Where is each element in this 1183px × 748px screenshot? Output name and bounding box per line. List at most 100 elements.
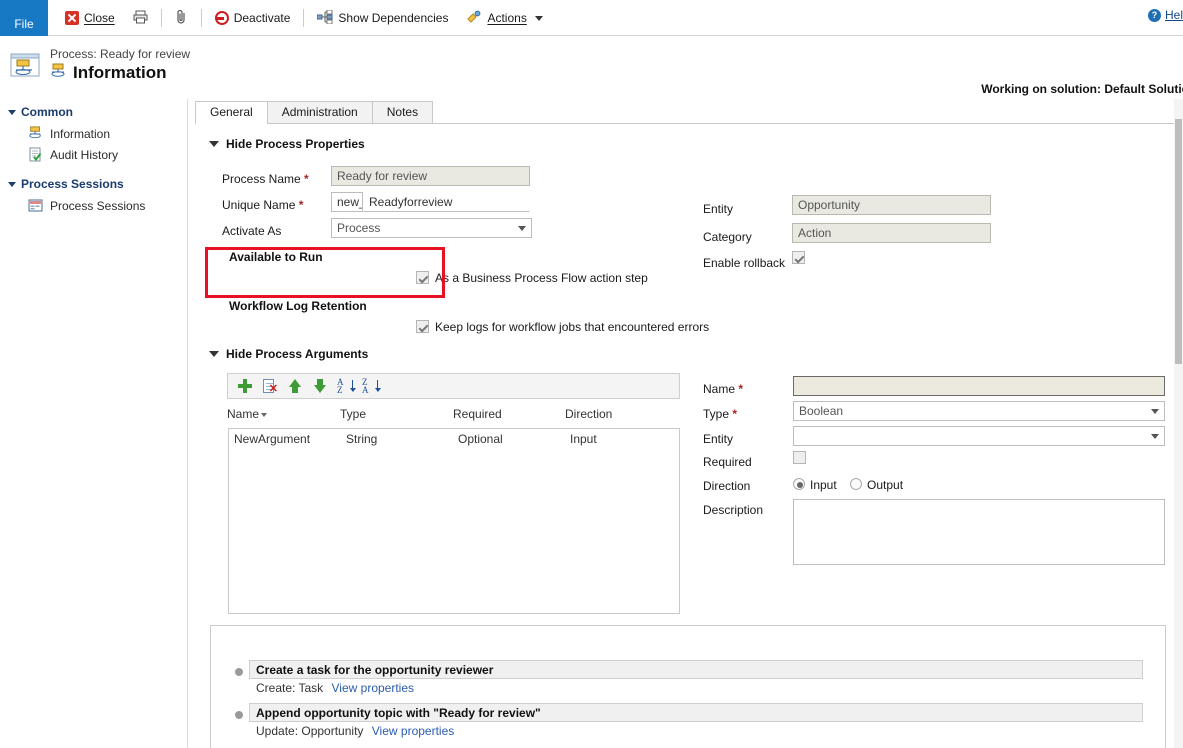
add-argument-button[interactable]: [237, 378, 253, 394]
available-to-run-label: Available to Run: [229, 250, 323, 264]
ribbon-separator: [303, 9, 304, 27]
enable-rollback-checkbox[interactable]: [792, 251, 805, 264]
print-button[interactable]: [124, 4, 157, 32]
direction-input-label: Input: [810, 478, 837, 492]
help-icon: ?: [1148, 9, 1161, 22]
nav-group-common-label: Common: [21, 105, 73, 119]
attach-button[interactable]: [166, 4, 197, 32]
delete-argument-button[interactable]: ✕: [262, 378, 278, 394]
column-header-direction[interactable]: Direction: [565, 407, 612, 421]
steps-panel-spacer: [211, 626, 1165, 655]
actions-menu-button[interactable]: Actions: [457, 4, 551, 32]
unique-name-prefix-field[interactable]: new_: [331, 192, 363, 212]
tab-general[interactable]: General: [195, 101, 268, 124]
cell-type: String: [346, 432, 377, 446]
nav-group-common[interactable]: Common: [0, 99, 187, 123]
tab-administration[interactable]: Administration: [267, 101, 373, 123]
view-properties-link[interactable]: View properties: [372, 724, 455, 738]
argument-name-input[interactable]: [793, 376, 1165, 396]
help-link[interactable]: ? Hel: [1148, 8, 1183, 22]
step-action: Create:: [256, 681, 295, 695]
activate-as-label: Activate As: [222, 224, 281, 238]
show-dependencies-button[interactable]: Show Dependencies: [308, 4, 457, 32]
direction-input-radio[interactable]: [793, 478, 805, 490]
sort-ascending-button[interactable]: AZ: [337, 378, 353, 394]
page-title: Information: [73, 63, 167, 83]
step-meta: Create: Task View properties: [256, 681, 414, 695]
cell-required: Optional: [458, 432, 503, 446]
category-field[interactable]: Action: [792, 223, 991, 243]
form-tabs: General Administration Notes: [195, 102, 1183, 124]
attach-icon: [175, 9, 188, 27]
sort-za-icon: ZA: [362, 378, 369, 394]
argument-required-checkbox[interactable]: [793, 451, 806, 464]
sidebar-item-information[interactable]: Information: [0, 123, 187, 144]
keep-logs-checkbox[interactable]: [416, 320, 429, 333]
step-target: Opportunity: [301, 724, 363, 738]
sidebar-item-information-label: Information: [50, 127, 110, 141]
argument-entity-dropdown[interactable]: [793, 426, 1165, 446]
bpf-action-step-checkbox[interactable]: [416, 271, 429, 284]
sidebar-item-audit-history[interactable]: Audit History: [0, 144, 187, 165]
step-title[interactable]: Append opportunity topic with "Ready for…: [249, 703, 1143, 722]
audit-history-icon: [28, 147, 43, 162]
unique-name-input[interactable]: Readyforreview: [363, 192, 530, 212]
workflow-log-retention-label: Workflow Log Retention: [229, 299, 367, 313]
move-down-button[interactable]: [312, 378, 328, 394]
tab-notes[interactable]: Notes: [372, 101, 433, 123]
process-sessions-icon: [28, 198, 43, 213]
close-button[interactable]: Close: [56, 4, 124, 32]
column-header-type[interactable]: Type: [340, 407, 366, 421]
argument-direction-label: Direction: [703, 479, 750, 493]
table-row[interactable]: NewArgument String Optional Input: [229, 429, 679, 451]
hide-process-arguments-label: Hide Process Arguments: [226, 347, 368, 361]
argument-description-label: Description: [703, 503, 763, 517]
record-subtitle: Process: Ready for review: [50, 47, 190, 61]
scrollbar-thumb[interactable]: [1175, 119, 1182, 364]
chevron-down-icon: [1151, 409, 1159, 414]
print-icon: [133, 10, 148, 27]
command-bar: Close Deactivate: [56, 0, 552, 36]
workflow-step[interactable]: Create a task for the opportunity review…: [211, 655, 1165, 698]
direction-output-label: Output: [867, 478, 903, 492]
activate-as-dropdown[interactable]: Process: [331, 218, 532, 238]
argument-required-label: Required: [703, 455, 752, 469]
enable-rollback-label: Enable rollback: [703, 256, 785, 270]
step-title[interactable]: Create a task for the opportunity review…: [249, 660, 1143, 679]
chevron-down-icon: [1151, 434, 1159, 439]
nav-group-process-sessions-label: Process Sessions: [21, 177, 124, 191]
arguments-grid-body[interactable]: NewArgument String Optional Input: [228, 428, 680, 614]
hide-process-properties-toggle[interactable]: Hide Process Properties: [209, 137, 365, 151]
argument-description-textarea[interactable]: [793, 499, 1165, 565]
view-properties-link[interactable]: View properties: [332, 681, 415, 695]
entity-field[interactable]: Opportunity: [792, 195, 991, 215]
column-header-required[interactable]: Required: [453, 407, 502, 421]
hide-process-arguments-toggle[interactable]: Hide Process Arguments: [209, 347, 368, 361]
unique-name-label: Unique Name *: [222, 198, 303, 212]
ribbon-separator: [161, 9, 162, 27]
vertical-scrollbar[interactable]: [1174, 99, 1183, 748]
step-bullet-icon: [235, 711, 243, 719]
deactivate-button[interactable]: Deactivate: [206, 4, 300, 32]
sidebar-item-process-sessions[interactable]: Process Sessions: [0, 195, 187, 216]
move-up-button[interactable]: [287, 378, 303, 394]
sort-descending-button[interactable]: ZA: [362, 378, 378, 394]
workflow-step[interactable]: Append opportunity topic with "Ready for…: [211, 698, 1165, 741]
argument-type-dropdown[interactable]: Boolean: [793, 401, 1165, 421]
nav-group-process-sessions[interactable]: Process Sessions: [0, 165, 187, 195]
category-label: Category: [703, 230, 752, 244]
chevron-down-icon: [209, 351, 219, 357]
step-meta: Update: Opportunity View properties: [256, 724, 454, 738]
workflow-steps-panel: Create a task for the opportunity review…: [210, 625, 1166, 748]
file-tab[interactable]: File: [0, 0, 48, 36]
column-header-name[interactable]: Name: [227, 407, 267, 421]
argument-name-label: Name *: [703, 382, 743, 396]
process-name-field[interactable]: Ready for review: [331, 166, 530, 186]
step-target: Task: [298, 681, 323, 695]
hide-process-properties-label: Hide Process Properties: [226, 137, 365, 151]
close-button-label: Close: [84, 11, 115, 25]
argument-entity-label: Entity: [703, 432, 733, 446]
cell-direction: Input: [570, 432, 597, 446]
cell-name: NewArgument: [234, 432, 310, 446]
direction-output-radio[interactable]: [850, 478, 862, 490]
